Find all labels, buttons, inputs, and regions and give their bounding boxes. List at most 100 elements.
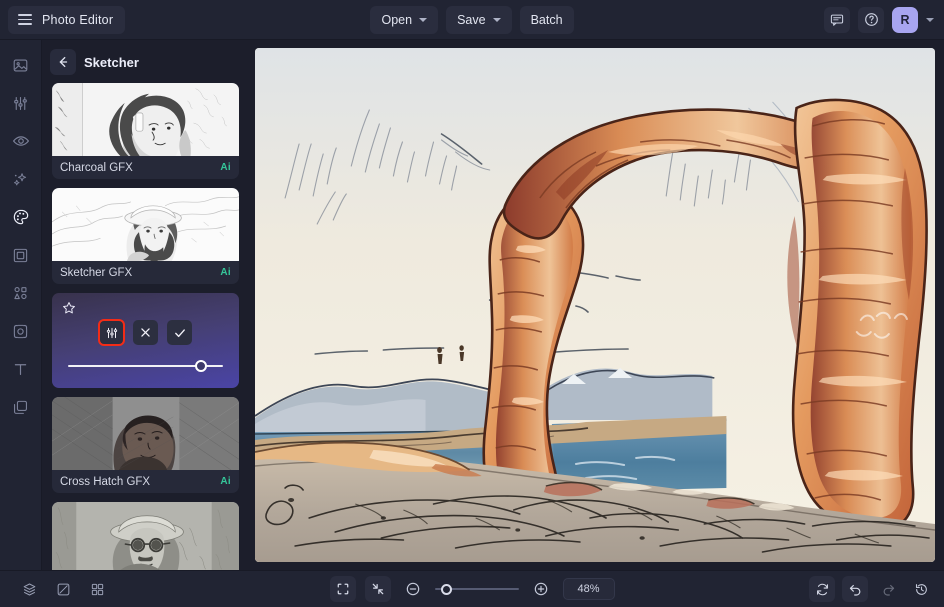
sidebar-item-overlay-tool[interactable]	[8, 280, 34, 306]
zoom-in-button[interactable]	[528, 576, 554, 602]
preset-list[interactable]: Charcoal GFX Ai Sketcher GFX Ai Cross Ha…	[42, 79, 247, 570]
undo-button[interactable]	[842, 576, 868, 602]
redo-icon	[883, 584, 894, 596]
zoom-slider[interactable]	[434, 582, 519, 596]
fit-to-screen-button[interactable]	[329, 576, 356, 602]
page-title: Sketcher	[84, 54, 139, 70]
sidebar-item-crop-tool[interactable]	[8, 318, 34, 344]
cancel-button[interactable]	[133, 320, 158, 345]
crop-icon	[13, 324, 28, 338]
list-item-label: Sketcher GFX	[60, 266, 133, 279]
layers-icon	[13, 400, 28, 414]
redo-button[interactable]	[875, 576, 901, 602]
collapse-view-button[interactable]	[364, 576, 391, 602]
preset-thumbnail	[52, 188, 239, 261]
adjust-preset-button[interactable]	[98, 319, 125, 346]
grid-icon	[91, 583, 103, 595]
sidebar-item-adjust-tool[interactable]	[8, 90, 34, 116]
chevron-down-icon	[419, 18, 428, 22]
chevron-down-icon	[492, 18, 501, 22]
shapes-icon	[14, 286, 27, 299]
list-item[interactable]: Cross Hatch GFX Ai	[52, 397, 239, 493]
apply-button[interactable]	[167, 320, 192, 345]
sidebar-item-layers-tool[interactable]	[8, 394, 34, 420]
app-menu-button[interactable]: Photo Editor	[8, 5, 126, 34]
zoom-out-button[interactable]	[400, 576, 426, 602]
canvas-area[interactable]	[247, 40, 944, 570]
preset-strength-slider[interactable]	[68, 360, 223, 372]
refresh-icon	[816, 583, 828, 595]
sparkles-icon	[13, 172, 27, 185]
open-label: Open	[381, 12, 413, 27]
top-bar-right: R	[824, 6, 936, 33]
fit-screen-icon	[337, 583, 348, 595]
batch-button[interactable]: Batch	[519, 5, 574, 34]
list-item[interactable]: Sketcher 1	[52, 502, 239, 570]
preset-thumbnail	[52, 502, 239, 570]
grid-button[interactable]	[84, 576, 110, 602]
slider-handle[interactable]	[441, 583, 453, 595]
sidebar-item-frame-tool[interactable]	[8, 242, 34, 268]
avatar[interactable]: R	[892, 6, 918, 33]
palette-icon	[13, 209, 28, 225]
arrow-left-icon	[59, 56, 68, 68]
check-icon	[174, 328, 185, 337]
preset-footer: Cross Hatch GFX Ai	[52, 470, 239, 493]
layers-stack-icon	[23, 583, 35, 595]
sidebar-item-artistic-tool[interactable]	[8, 204, 34, 230]
graphite-portrait-thumb	[52, 502, 239, 570]
top-bar: Photo Editor Open Save Batch R	[0, 0, 944, 40]
reset-button[interactable]	[809, 576, 835, 602]
history-clock-icon	[915, 583, 927, 595]
help-button[interactable]	[858, 6, 884, 33]
compare-button[interactable]	[50, 576, 76, 602]
batch-label: Batch	[530, 12, 563, 27]
list-item-label: Charcoal GFX	[60, 161, 133, 174]
bottom-bar: 48%	[0, 570, 944, 607]
plus-circle-icon	[534, 582, 547, 596]
back-button[interactable]	[50, 49, 76, 75]
sliders-icon	[106, 327, 117, 338]
save-button[interactable]: Save	[446, 5, 512, 34]
tool-rail	[0, 40, 42, 570]
image-canvas[interactable]	[255, 48, 935, 562]
preset-thumbnail	[52, 83, 239, 156]
text-icon	[14, 363, 27, 375]
sidebar-item-photo-tool[interactable]	[8, 52, 34, 78]
image-icon	[13, 59, 28, 71]
zoom-level-field[interactable]: 48%	[562, 578, 615, 600]
layers-button[interactable]	[16, 576, 42, 602]
main-body: Sketcher Charcoal GFX Ai Sketcher GFX Ai…	[0, 40, 944, 570]
open-button[interactable]: Open	[370, 5, 439, 34]
list-item[interactable]: Sketcher GFX Ai	[52, 188, 239, 284]
frame-icon	[13, 248, 28, 262]
sidebar-item-effects-tool[interactable]	[8, 166, 34, 192]
top-bar-center: Open Save Batch	[0, 5, 944, 34]
chevron-down-icon[interactable]	[926, 17, 934, 22]
delicate-arch-artwork	[255, 48, 935, 562]
status-badge: Ai	[220, 162, 231, 173]
top-bar-left: Photo Editor	[8, 5, 126, 34]
status-badge: Ai	[220, 476, 231, 487]
list-item-selected[interactable]	[52, 293, 239, 388]
pencil-portrait-thumb	[52, 188, 239, 261]
sidebar-item-retouch-tool[interactable]	[8, 128, 34, 154]
comment-icon	[830, 14, 844, 26]
sliders-icon	[14, 96, 27, 110]
feedback-button[interactable]	[824, 6, 850, 33]
zoom-level-value: 48%	[577, 583, 600, 595]
list-item-label: Cross Hatch GFX	[60, 475, 151, 488]
close-icon	[141, 328, 150, 337]
selected-overlay	[52, 293, 239, 388]
sidebar-item-text-tool[interactable]	[8, 356, 34, 382]
bottom-bar-right	[809, 576, 934, 602]
history-button[interactable]	[908, 576, 934, 602]
preset-footer: Charcoal GFX Ai	[52, 156, 239, 179]
undo-icon	[849, 584, 860, 596]
minus-circle-icon	[406, 582, 419, 596]
help-circle-icon	[864, 13, 878, 26]
list-item[interactable]: Charcoal GFX Ai	[52, 83, 239, 179]
collapse-arrows-icon	[372, 583, 383, 595]
favorite-button[interactable]	[62, 301, 76, 320]
slider-handle[interactable]	[195, 360, 208, 372]
